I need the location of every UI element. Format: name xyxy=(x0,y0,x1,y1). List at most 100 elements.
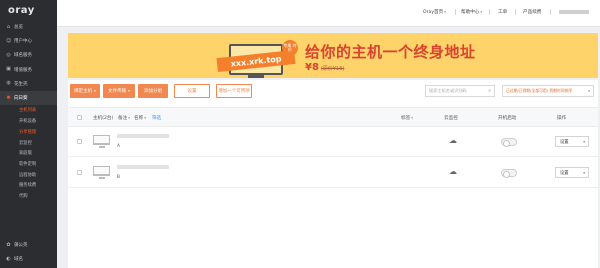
settings-button[interactable]: 设置 xyxy=(174,84,210,98)
dropdown-value: 设置 xyxy=(560,139,569,145)
oray-logo[interactable]: oray xyxy=(0,0,57,20)
chevron-down-icon: ▾ xyxy=(144,116,146,120)
chevron-down-icon: ▾ xyxy=(480,10,483,14)
sidebar-sub-remote-assist[interactable]: 远程协助 xyxy=(0,169,57,180)
sidebar-item-label: 总览 xyxy=(14,25,23,31)
sidebar: oray ⌂ 总览 ☺ 用户中心 ◎ 域名服务 ▣ 增值服务 ◍ 花生壳 ✺ 向… xyxy=(0,0,57,268)
search-placeholder: 搜索主机名或识别码 xyxy=(429,88,467,93)
search-input[interactable]: 搜索主机名或识别码 ⌕ xyxy=(425,85,495,97)
header-auto-start: 开机启动 xyxy=(498,116,517,121)
sidebar-item-label: 域名服务 xyxy=(14,53,32,59)
sidebar-item-value-added[interactable]: ▣ 增值服务 xyxy=(0,63,57,77)
sidebar-sub-host-list[interactable]: 主机列表 xyxy=(0,105,57,116)
header-name[interactable]: 名称▾ xyxy=(134,115,146,121)
sidebar-item-label: 蒲公英 xyxy=(14,243,28,249)
add-item-button[interactable]: 增加一个可用项 xyxy=(216,84,252,98)
sidebar-item-sunflower[interactable]: ✺ 向日葵 xyxy=(0,90,57,106)
sidebar-sub-share[interactable]: 分享管理 xyxy=(0,127,57,138)
header-tag[interactable]: 标签▾ xyxy=(401,115,413,121)
dropdown-value: 设置 xyxy=(560,170,569,176)
host-list-card: 绑定主机 ▾ 文件传输 ▾ 添加分组 设置 增加一个可用项 搜索主机名或识别码 ⌕ 已… xyxy=(68,80,598,268)
top-bar: Oray首页▾ 帮助中心▾ 工单 产品续费 xyxy=(57,0,600,27)
globe-icon: ◎ xyxy=(6,51,11,58)
file-transfer-button[interactable]: 文件传输 ▾ xyxy=(103,84,135,98)
header-host-count: 主机(2台) xyxy=(93,116,114,121)
bind-host-button[interactable]: 绑定主机 ▾ xyxy=(70,84,100,98)
header-action: 操作 xyxy=(557,116,567,121)
search-icon[interactable]: ⌕ xyxy=(488,88,491,94)
dandelion-icon: ✿ xyxy=(6,241,11,248)
table-row[interactable]: A ☁ 设置 ▾ xyxy=(68,127,598,157)
filter-value: 已过期/已到期(全部可用) 到期时间排序 xyxy=(506,88,573,93)
top-link-ticket[interactable]: 工单 xyxy=(498,9,507,15)
header-cloud-monitor: 云监控 xyxy=(444,116,458,121)
sidebar-item-user-center[interactable]: ☺ 用户中心 xyxy=(0,34,57,48)
settings-dropdown[interactable]: 设置 ▾ xyxy=(555,167,589,178)
chevron-down-icon: ▾ xyxy=(411,116,413,120)
sidebar-item-label: 花生壳 xyxy=(14,81,28,87)
sidebar-sub-home[interactable]: 家庭版 xyxy=(0,148,57,159)
top-link-help[interactable]: 帮助中心▾ xyxy=(461,9,482,15)
host-name-redacted xyxy=(117,134,169,138)
add-group-button[interactable]: 添加分组 xyxy=(138,84,168,98)
header-label: 名称 xyxy=(134,116,144,121)
header-filter-confirm[interactable]: 筛选 xyxy=(152,115,161,121)
cloud-monitor-icon[interactable]: ☁ xyxy=(449,168,457,176)
promo-banner[interactable]: xxx.xrk.top 专属 特价 给你的主机一个终身地址 ¥8 (原价¥16) xyxy=(68,33,598,78)
divider xyxy=(515,9,516,15)
header-sort[interactable]: 备注▾ xyxy=(118,115,130,121)
sidebar-sub-renew[interactable]: 服务续费 xyxy=(0,180,57,191)
table-row[interactable]: B ☁ 设置 ▾ xyxy=(68,158,598,188)
chevron-down-icon: ▾ xyxy=(128,89,130,93)
top-link-label: Oray首页 xyxy=(423,10,444,15)
sidebar-item-label: 用户中心 xyxy=(14,39,32,45)
home-icon: ⌂ xyxy=(6,23,11,30)
sidebar-item-dandelion[interactable]: ✿ 蒲公英 xyxy=(0,238,57,252)
top-link-oray-home[interactable]: Oray首页▾ xyxy=(423,9,446,15)
divider xyxy=(489,9,490,15)
sidebar-sub-custom[interactable]: 软件定制 xyxy=(0,159,57,170)
auto-start-toggle[interactable] xyxy=(501,138,517,147)
sidebar-item-label: 向日葵 xyxy=(14,96,28,102)
banner-headline: 给你的主机一个终身地址 xyxy=(305,43,476,61)
special-offer-badge: 专属 特价 xyxy=(282,40,298,56)
user-account-menu[interactable] xyxy=(559,10,589,14)
sidebar-item-domain-bottom[interactable]: ◐ 域名 xyxy=(0,252,57,266)
sidebar-sub-cloud-monitor[interactable]: 云监控 xyxy=(0,137,57,148)
host-label: A xyxy=(117,144,120,149)
header-label: 标签 xyxy=(401,116,411,121)
settings-dropdown[interactable]: 设置 ▾ xyxy=(555,136,589,147)
divider xyxy=(455,9,456,15)
sidebar-item-domain[interactable]: ◎ 域名服务 xyxy=(0,48,57,62)
sidebar-item-overview[interactable]: ⌂ 总览 xyxy=(0,20,57,34)
chevron-down-icon: ▾ xyxy=(583,171,585,175)
banner-price: ¥8 (原价¥16) xyxy=(305,62,344,73)
cloud-monitor-icon[interactable]: ☁ xyxy=(449,137,457,145)
cart-icon: ▣ xyxy=(6,66,11,73)
sidebar-sub-purchase[interactable]: 代购 xyxy=(0,191,57,202)
button-label: 文件传输 xyxy=(108,89,127,94)
sidebar-item-peanut[interactable]: ◍ 花生壳 xyxy=(0,77,57,91)
sunflower-icon: ✺ xyxy=(6,94,11,101)
top-link-renew[interactable]: 产品续费 xyxy=(523,9,541,15)
row-checkbox[interactable] xyxy=(77,139,82,144)
button-label: 绑定主机 xyxy=(74,89,93,94)
chevron-down-icon: ▾ xyxy=(583,140,585,144)
original-price: (原价¥16) xyxy=(320,66,345,72)
top-link-label: 帮助中心 xyxy=(461,10,480,15)
filter-select[interactable]: 已过期/已到期(全部可用) 到期时间排序 ▾ xyxy=(502,85,594,97)
divider xyxy=(550,9,551,15)
host-name-redacted xyxy=(117,165,169,169)
auto-start-toggle[interactable] xyxy=(501,169,517,178)
select-all-checkbox[interactable] xyxy=(77,115,82,120)
row-checkbox[interactable] xyxy=(77,170,82,175)
monitor-stand xyxy=(248,75,264,78)
chevron-down-icon: ▾ xyxy=(444,10,446,14)
price-value: ¥8 xyxy=(305,62,319,73)
table-header: 主机(2台) 备注▾ 名称▾ 筛选 标签▾ 云监控 开机启动 操作 xyxy=(68,107,598,127)
header-label: 备注 xyxy=(118,116,128,121)
host-monitor-icon xyxy=(93,166,110,179)
sidebar-sub-boot-devices[interactable]: 开机设备 xyxy=(0,116,57,127)
sidebar-item-label: 增值服务 xyxy=(14,67,32,73)
domain-icon: ◐ xyxy=(6,255,11,262)
